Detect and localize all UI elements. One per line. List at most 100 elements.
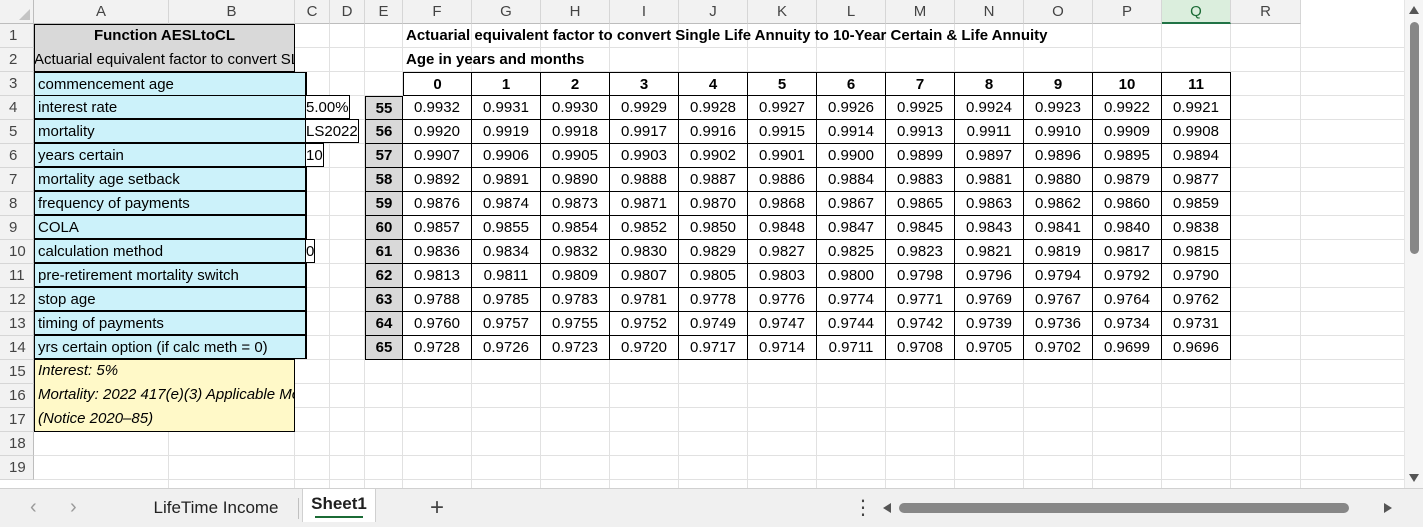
factor-cell[interactable]: 0.9836 — [403, 240, 472, 264]
add-sheet-button[interactable]: + — [430, 494, 444, 522]
next-sheet-icon[interactable]: › — [70, 497, 77, 517]
column-header-i[interactable]: I — [610, 0, 679, 24]
factor-cell[interactable]: 0.9857 — [403, 216, 472, 240]
factor-cell[interactable]: 0.9888 — [610, 168, 679, 192]
factor-cell[interactable]: 0.9739 — [955, 312, 1024, 336]
column-header-k[interactable]: K — [748, 0, 817, 24]
factor-cell[interactable]: 0.9764 — [1093, 288, 1162, 312]
month-header-6[interactable]: 6 — [817, 72, 886, 96]
factor-cell[interactable]: 0.9855 — [472, 216, 541, 240]
factor-cell[interactable]: 0.9788 — [403, 288, 472, 312]
row-header-2[interactable]: 2 — [0, 48, 34, 72]
month-header-4[interactable]: 4 — [679, 72, 748, 96]
factor-cell[interactable]: 0.9917 — [610, 120, 679, 144]
param-label[interactable]: frequency of payments — [34, 191, 306, 215]
factor-cell[interactable]: 0.9870 — [679, 192, 748, 216]
param-value[interactable]: LS2022 — [305, 119, 359, 143]
more-options-icon[interactable]: ⋮ — [853, 496, 873, 520]
factor-cell[interactable]: 0.9708 — [886, 336, 955, 360]
factor-cell[interactable]: 0.9926 — [817, 96, 886, 120]
param-value[interactable] — [305, 215, 307, 239]
factor-cell[interactable]: 0.9838 — [1162, 216, 1231, 240]
param-label[interactable]: mortality — [34, 119, 306, 143]
factor-cell[interactable]: 0.9880 — [1024, 168, 1093, 192]
row-header-3[interactable]: 3 — [0, 72, 34, 96]
factor-cell[interactable]: 0.9798 — [886, 264, 955, 288]
factor-cell[interactable]: 0.9827 — [748, 240, 817, 264]
factor-cell[interactable]: 0.9907 — [403, 144, 472, 168]
factor-cell[interactable]: 0.9843 — [955, 216, 1024, 240]
factor-cell[interactable]: 0.9702 — [1024, 336, 1093, 360]
row-header-9[interactable]: 9 — [0, 216, 34, 240]
factor-cell[interactable]: 0.9800 — [817, 264, 886, 288]
tab-sheet1[interactable]: Sheet1 — [302, 489, 376, 522]
age-row-header-58[interactable]: 58 — [365, 168, 403, 192]
row-header-13[interactable]: 13 — [0, 312, 34, 336]
factor-cell[interactable]: 0.9734 — [1093, 312, 1162, 336]
row-header-18[interactable]: 18 — [0, 432, 34, 456]
scroll-down-icon[interactable] — [1409, 474, 1419, 482]
factor-cell[interactable]: 0.9892 — [403, 168, 472, 192]
factor-cell[interactable]: 0.9909 — [1093, 120, 1162, 144]
factor-cell[interactable]: 0.9927 — [748, 96, 817, 120]
param-value[interactable] — [305, 191, 307, 215]
factor-cell[interactable]: 0.9726 — [472, 336, 541, 360]
factor-cell[interactable]: 0.9920 — [403, 120, 472, 144]
age-row-header-60[interactable]: 60 — [365, 216, 403, 240]
factor-cell[interactable]: 0.9785 — [472, 288, 541, 312]
factor-cell[interactable]: 0.9922 — [1093, 96, 1162, 120]
factor-cell[interactable]: 0.9883 — [886, 168, 955, 192]
factor-cell[interactable]: 0.9902 — [679, 144, 748, 168]
month-header-11[interactable]: 11 — [1162, 72, 1231, 96]
param-label[interactable]: commencement age — [34, 72, 306, 96]
column-header-p[interactable]: P — [1093, 0, 1162, 24]
vertical-scrollbar[interactable] — [1404, 0, 1423, 488]
month-header-5[interactable]: 5 — [748, 72, 817, 96]
factor-cell[interactable]: 0.9900 — [817, 144, 886, 168]
column-header-r[interactable]: R — [1231, 0, 1301, 24]
factor-cell[interactable]: 0.9863 — [955, 192, 1024, 216]
factor-cell[interactable]: 0.9879 — [1093, 168, 1162, 192]
factor-cell[interactable]: 0.9749 — [679, 312, 748, 336]
tab-lifetime-income[interactable]: LifeTime Income — [140, 489, 292, 527]
factor-cell[interactable]: 0.9823 — [886, 240, 955, 264]
factor-cell[interactable]: 0.9717 — [679, 336, 748, 360]
factor-cell[interactable]: 0.9821 — [955, 240, 1024, 264]
factor-cell[interactable]: 0.9848 — [748, 216, 817, 240]
factor-cell[interactable]: 0.9860 — [1093, 192, 1162, 216]
function-subtitle[interactable]: Actuarial equivalent factor to convert S… — [34, 48, 295, 72]
factor-cell[interactable]: 0.9762 — [1162, 288, 1231, 312]
row-header-5[interactable]: 5 — [0, 120, 34, 144]
factor-cell[interactable]: 0.9832 — [541, 240, 610, 264]
month-header-10[interactable]: 10 — [1093, 72, 1162, 96]
factor-cell[interactable]: 0.9930 — [541, 96, 610, 120]
row-header-1[interactable]: 1 — [0, 24, 34, 48]
factor-cell[interactable]: 0.9894 — [1162, 144, 1231, 168]
column-header-j[interactable]: J — [679, 0, 748, 24]
factor-cell[interactable]: 0.9923 — [1024, 96, 1093, 120]
factor-cell[interactable]: 0.9928 — [679, 96, 748, 120]
row-header-17[interactable]: 17 — [0, 408, 34, 432]
factor-cell[interactable]: 0.9711 — [817, 336, 886, 360]
factor-cell[interactable]: 0.9744 — [817, 312, 886, 336]
table-subtitle[interactable]: Age in years and months — [406, 48, 806, 72]
spreadsheet-grid[interactable]: ABCDEFGHIJKLMNOPQR 1 2 3 4 5 6 7 8 9 10 11 12 13 14 15… — [0, 0, 1404, 488]
factor-cell[interactable]: 0.9874 — [472, 192, 541, 216]
column-header-e[interactable]: E — [365, 0, 403, 24]
factor-cell[interactable]: 0.9776 — [748, 288, 817, 312]
month-header-0[interactable]: 0 — [403, 72, 472, 96]
factor-cell[interactable]: 0.9841 — [1024, 216, 1093, 240]
factor-cell[interactable]: 0.9807 — [610, 264, 679, 288]
factor-cell[interactable]: 0.9830 — [610, 240, 679, 264]
factor-cell[interactable]: 0.9887 — [679, 168, 748, 192]
param-label[interactable]: timing of payments — [34, 311, 306, 335]
month-header-7[interactable]: 7 — [886, 72, 955, 96]
factor-cell[interactable]: 0.9809 — [541, 264, 610, 288]
factor-cell[interactable]: 0.9769 — [955, 288, 1024, 312]
age-row-header-63[interactable]: 63 — [365, 288, 403, 312]
table-title[interactable]: Actuarial equivalent factor to convert S… — [406, 24, 1286, 48]
column-header-n[interactable]: N — [955, 0, 1024, 24]
param-label[interactable]: yrs certain option (if calc meth = 0) — [34, 335, 306, 359]
param-value[interactable] — [305, 287, 307, 311]
column-header-f[interactable]: F — [403, 0, 472, 24]
